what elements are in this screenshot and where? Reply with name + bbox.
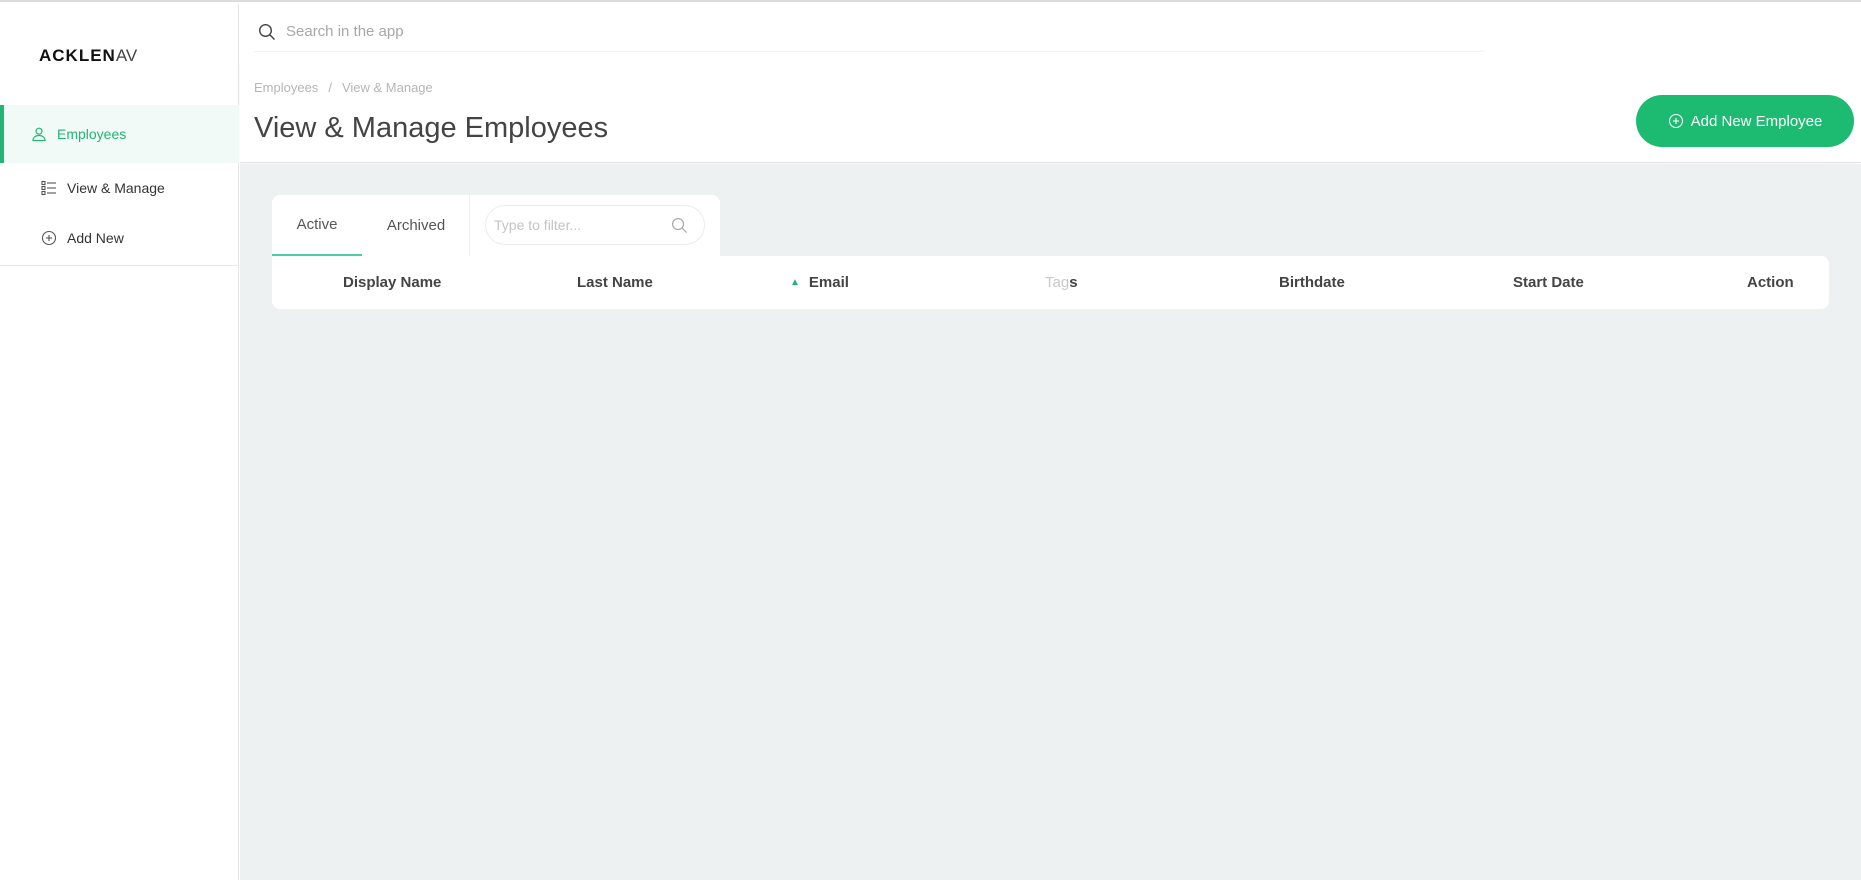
- sidebar-item-label: View & Manage: [67, 180, 165, 196]
- column-header-tags[interactable]: Tag s: [1045, 256, 1078, 309]
- column-header-action: Action: [1747, 256, 1794, 309]
- plus-circle-icon: [40, 229, 58, 247]
- sort-ascending-icon: ▲: [790, 277, 800, 288]
- breadcrumb-current: View & Manage: [341, 80, 433, 95]
- breadcrumb-root[interactable]: Employees: [254, 80, 318, 95]
- breadcrumb-separator: /: [328, 80, 332, 95]
- page-title: View & Manage Employees: [254, 112, 609, 144]
- sidebar-nav: Employees View & Manage Add New: [0, 105, 239, 266]
- tab-divider: [469, 195, 470, 256]
- column-label: Last Name: [577, 274, 653, 291]
- page-header: Employees / View & Manage View & Manage Em…: [240, 63, 1861, 163]
- sidebar-item-view-manage[interactable]: View & Manage: [0, 163, 239, 213]
- user-icon: [30, 125, 48, 143]
- plus-circle-icon: [1668, 113, 1684, 129]
- employees-table-header: Display Name Last Name ▲ Email Tag s Birt…: [272, 256, 1829, 309]
- sidebar: ACKLENAV Employees View & Manage Add New: [0, 4, 239, 880]
- list-icon: [40, 179, 58, 197]
- tabs-card: Active Archived: [272, 195, 720, 256]
- search-input[interactable]: [286, 23, 1386, 40]
- column-header-display-name[interactable]: Display Name: [343, 256, 441, 309]
- logo-text: ACKLEN: [39, 46, 116, 65]
- breadcrumb: Employees / View & Manage: [254, 80, 433, 95]
- search-icon[interactable]: [671, 217, 688, 234]
- add-new-employee-button[interactable]: Add New Employee: [1636, 95, 1854, 147]
- column-header-last-name[interactable]: Last Name: [577, 256, 653, 309]
- column-label: Email: [808, 274, 849, 291]
- sidebar-item-add-new[interactable]: Add New: [0, 213, 239, 263]
- sidebar-item-label: Employees: [57, 126, 127, 142]
- tab-archived[interactable]: Archived: [362, 195, 470, 256]
- column-label: s: [1069, 274, 1078, 291]
- column-label: Display Name: [343, 274, 442, 291]
- column-header-email[interactable]: ▲ Email: [790, 256, 849, 309]
- top-bar: [240, 4, 1861, 63]
- column-label: Action: [1747, 274, 1794, 291]
- column-header-start-date[interactable]: Start Date: [1513, 256, 1584, 309]
- filter-input[interactable]: [494, 217, 669, 233]
- app-search: [254, 12, 1484, 52]
- column-header-birthdate[interactable]: Birthdate: [1279, 256, 1345, 309]
- add-button-label: Add New Employee: [1690, 112, 1823, 130]
- tab-active[interactable]: Active: [272, 195, 362, 256]
- sidebar-divider: [0, 265, 239, 266]
- column-label: Birthdate: [1279, 274, 1345, 291]
- sidebar-item-employees[interactable]: Employees: [0, 105, 239, 163]
- main-content: Active Archived Display Name Last Name ▲…: [240, 164, 1861, 880]
- logo-text-tail: AV: [115, 46, 138, 65]
- sidebar-item-label: Add New: [67, 230, 124, 246]
- column-label-faded: Tag: [1045, 274, 1070, 291]
- search-icon: [258, 23, 278, 41]
- filter-box: [485, 205, 705, 245]
- app-logo[interactable]: ACKLENAV: [39, 46, 137, 66]
- column-label: Start Date: [1513, 274, 1584, 291]
